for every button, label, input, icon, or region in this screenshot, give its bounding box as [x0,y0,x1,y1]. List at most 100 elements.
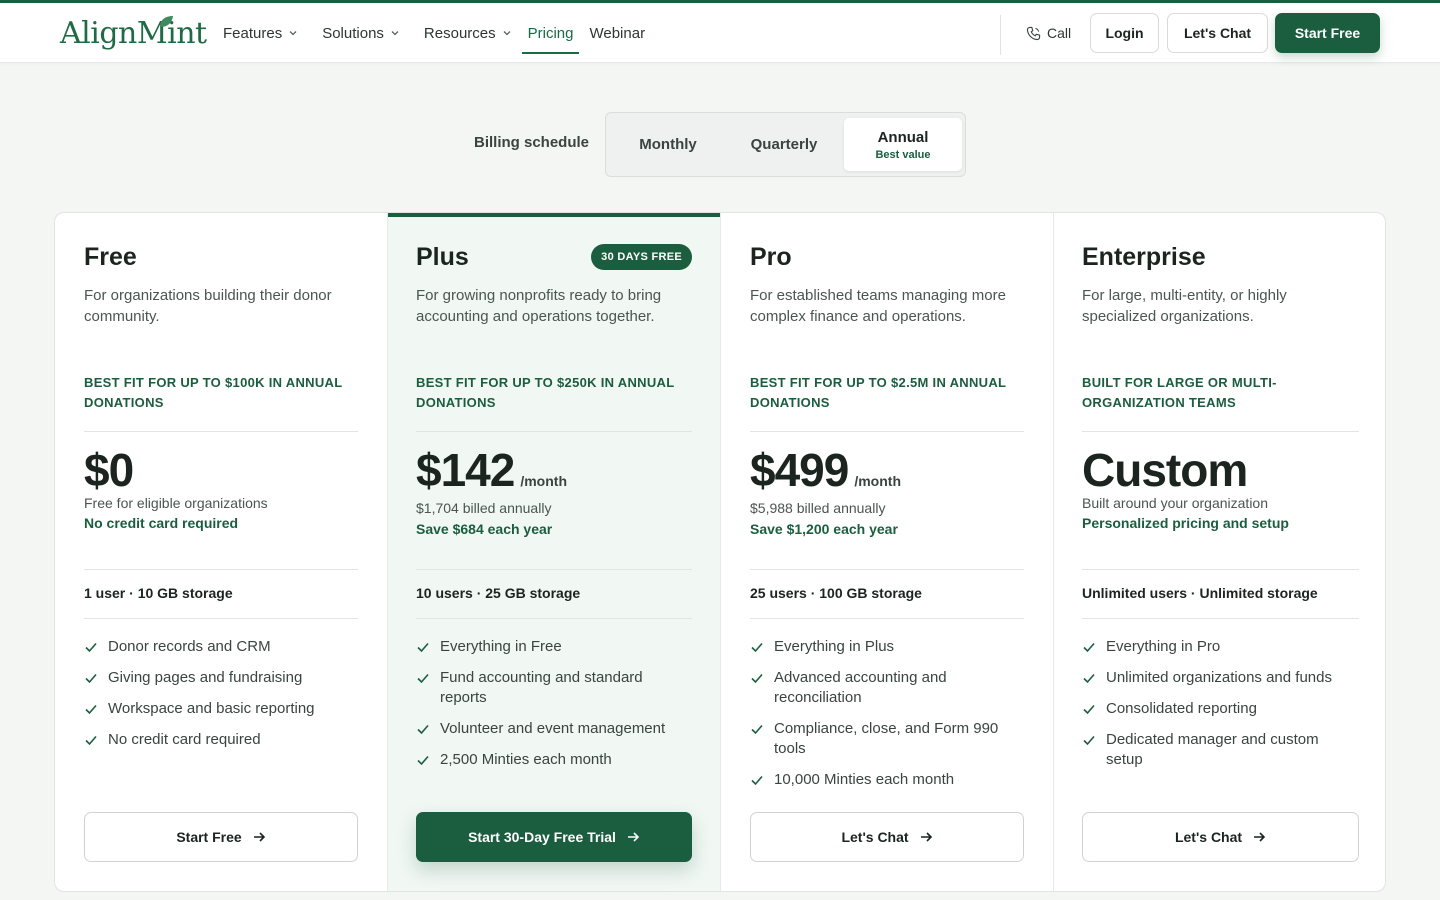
arrow-right-icon [1254,832,1266,842]
lets-chat-cta-button[interactable]: Let's Chat [1082,812,1359,862]
check-icon [85,704,97,715]
plan-fit: BEST FIT FOR UP TO $100K IN ANNUAL DONAT… [84,375,343,410]
lets-chat-button[interactable]: Let's Chat [1167,13,1268,53]
feature-item: 10,000 Minties each month [750,770,1024,790]
price-row: $0 [84,443,134,497]
check-icon [85,642,97,653]
divider [84,569,358,570]
feature-item: Compliance, close, and Form 990 tools [750,719,1024,759]
phone-icon [1026,26,1041,40]
plan-limits: 1 user · 10 GB storage [84,585,233,601]
nav-features[interactable]: Features [223,3,298,63]
check-icon [417,673,429,684]
feature-text: Advanced accounting and reconciliation [774,669,947,706]
check-icon [751,673,763,684]
billing-option-annual[interactable]: Annual Best value [844,118,962,171]
feature-list: Everything in Pro Unlimited organization… [1082,637,1359,781]
nav-label: Features [223,24,283,42]
arrow-right-icon [253,832,265,842]
plan-price: $499 [750,444,849,496]
feature-text: Unlimited organizations and funds [1106,669,1332,686]
billing-option-label: Quarterly [750,136,818,153]
feature-text: Everything in Plus [774,638,895,655]
start-free-button[interactable]: Start Free [1275,13,1380,53]
divider [1082,618,1359,619]
feature-item: Giving pages and fundraising [84,668,358,688]
feature-item: Volunteer and event management [416,719,692,739]
nav-solutions[interactable]: Solutions [322,3,400,63]
plan-description: For large, multi-entity, or highly speci… [1082,287,1287,325]
feature-item: Workspace and basic reporting [84,699,358,719]
logo[interactable]: AlignMint [60,13,207,53]
plan-limits: 10 users · 25 GB storage [416,585,581,601]
feature-item: Donor records and CRM [84,637,358,657]
nav-webinar[interactable]: Webinar [589,3,645,63]
nav-label: Pricing [527,24,574,42]
plan-description: For growing nonprofits ready to bring ac… [416,287,662,325]
feature-text: Fund accounting and standard reports [440,669,643,706]
pricing-plans: Free For organizations building their do… [54,212,1386,892]
nav-label: Webinar [589,24,646,42]
logo-text: AlignMint [60,15,207,51]
billing-option-label: Annual [877,128,929,146]
plan-card-pro: Pro For established teams managing more … [721,213,1054,891]
plan-price: $142 [416,444,515,496]
feature-item: Unlimited organizations and funds [1082,668,1359,688]
main-nav: Features Solutions Resources Pricing Web… [223,3,669,63]
chevron-down-icon [390,28,400,38]
feature-text: Dedicated manager and custom setup [1106,731,1319,768]
check-icon [1083,704,1095,715]
cta-label: Let's Chat [1174,829,1243,845]
login-button[interactable]: Login [1090,13,1159,53]
feature-item: No credit card required [84,730,358,750]
price-highlight: Save $684 each year [416,521,553,537]
price-highlight: Personalized pricing and setup [1082,515,1289,531]
header-divider [1000,15,1001,55]
call-link[interactable]: Call [1026,21,1071,45]
feature-text: Giving pages and fundraising [108,669,303,686]
plan-name: Plus [416,243,469,271]
plan-card-plus: Plus 30 DAYS FREE For growing nonprofits… [388,213,721,891]
price-highlight: Save $1,200 each year [750,521,898,537]
plan-limits: 25 users · 100 GB storage [750,585,922,601]
plan-description: For organizations building their donor c… [84,287,332,325]
start-trial-cta-button[interactable]: Start 30-Day Free Trial [416,812,692,862]
plan-name: Pro [750,243,792,271]
billing-option-quarterly[interactable]: Quarterly [734,118,834,171]
check-icon [751,775,763,786]
check-icon [85,735,97,746]
price-note: Built around your organization [1082,495,1269,511]
lets-chat-cta-button[interactable]: Let's Chat [750,812,1024,862]
check-icon [751,724,763,735]
feature-list: Everything in Free Fund accounting and s… [416,637,692,781]
divider [750,618,1024,619]
feature-text: 2,500 Minties each month [440,751,612,768]
plan-card-enterprise: Enterprise For large, multi-entity, or h… [1054,213,1385,891]
nav-resources[interactable]: Resources [424,3,512,63]
billing-toggle: Monthly Quarterly Annual Best value [605,112,966,177]
nav-label: Resources [423,24,496,42]
plan-name: Free [84,243,137,271]
price-period: /month [520,473,567,489]
nav-label: Solutions [322,24,384,42]
billing-option-label: Monthly [639,136,697,153]
nav-pricing[interactable]: Pricing [521,3,580,63]
feature-item: Fund accounting and standard reports [416,668,692,708]
feature-item: Everything in Plus [750,637,1024,657]
price-note: $1,704 billed annually [416,500,552,516]
price-row: Custom [1082,443,1248,497]
divider [750,431,1024,432]
price-row: $499 /month [750,443,901,497]
billing-option-monthly[interactable]: Monthly [618,118,718,171]
divider [1082,569,1359,570]
divider [416,569,692,570]
plan-price: Custom [1082,444,1248,496]
start-free-cta-button[interactable]: Start Free [84,812,358,862]
billing-schedule-label: Billing schedule [474,134,590,151]
divider [416,431,692,432]
plan-fit: BEST FIT FOR UP TO $250K IN ANNUAL DONAT… [416,375,675,410]
site-header: AlignMint Features Solutions Resources P… [0,3,1440,63]
arrow-right-icon [920,832,932,842]
price-note: Free for eligible organizations [84,495,268,511]
feature-item: Everything in Pro [1082,637,1359,657]
